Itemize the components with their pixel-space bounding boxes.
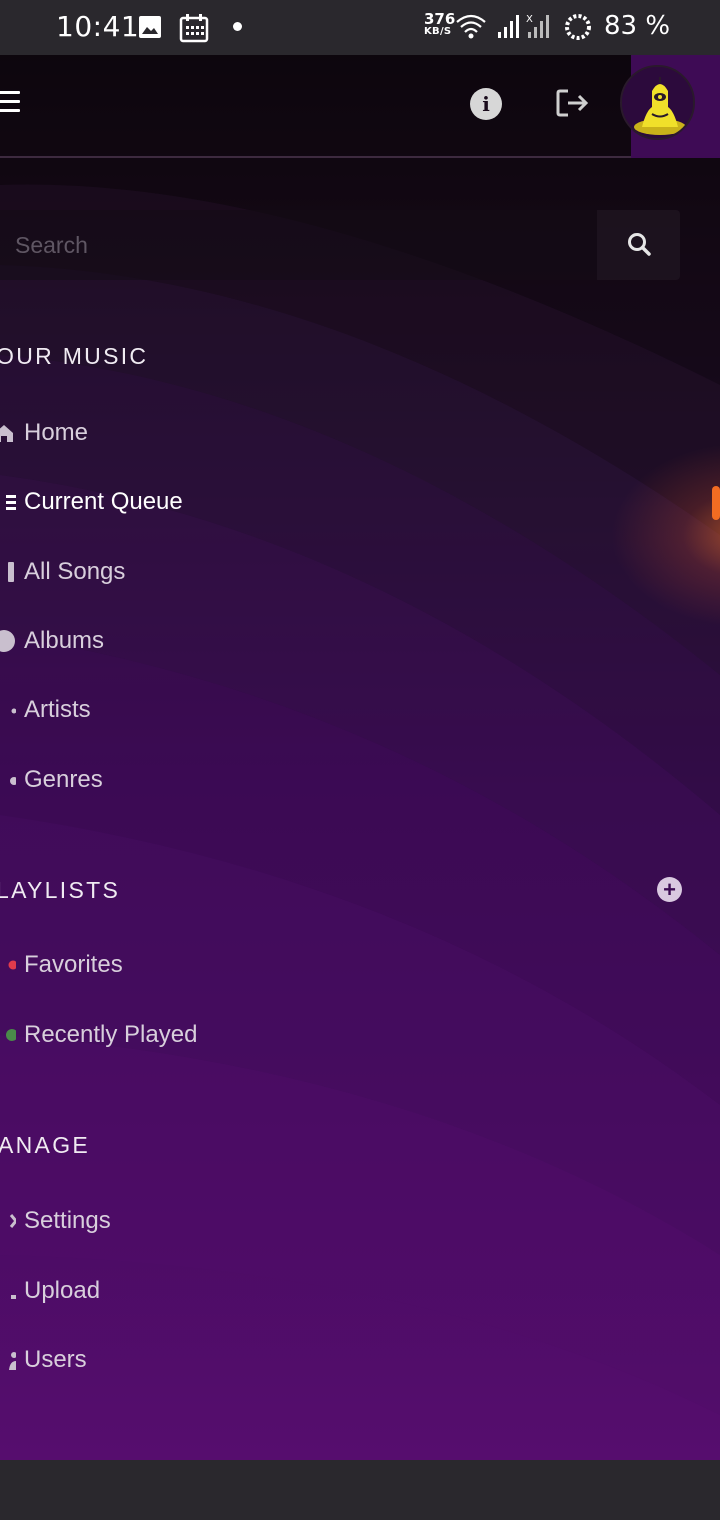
nav-item-favorites[interactable]: Favorites bbox=[0, 939, 570, 995]
network-speed: 376 KB/S bbox=[424, 12, 455, 37]
app-drawer: i OUR MUSIC Home bbox=[0, 55, 720, 1460]
nav-item-recently-played[interactable]: Recently Played bbox=[0, 1009, 570, 1065]
nav-label: Current Queue bbox=[24, 488, 183, 515]
nav-label: Albums bbox=[24, 627, 105, 654]
search-button[interactable] bbox=[597, 210, 680, 280]
nav-item-current-queue[interactable]: Current Queue bbox=[0, 476, 570, 532]
gallery-icon bbox=[139, 16, 161, 38]
home-icon bbox=[0, 425, 13, 442]
tag-icon bbox=[10, 777, 16, 785]
scroll-handle[interactable] bbox=[712, 486, 720, 520]
nav-item-home[interactable]: Home bbox=[0, 407, 570, 463]
battery-ring-icon bbox=[565, 14, 591, 40]
signal-icon bbox=[498, 15, 519, 38]
search-input[interactable] bbox=[0, 210, 597, 280]
nav-item-users[interactable]: Users bbox=[0, 1334, 570, 1390]
avatar[interactable] bbox=[620, 65, 695, 140]
nav-item-settings[interactable]: Settings bbox=[0, 1195, 570, 1251]
network-speed-unit: KB/S bbox=[424, 26, 452, 37]
nav-label: Artists bbox=[24, 696, 91, 723]
signal-no-service-icon: X bbox=[526, 14, 549, 38]
nav-label: Home bbox=[24, 419, 89, 446]
heart-icon bbox=[8, 960, 16, 970]
battery-level: 83 % bbox=[604, 11, 671, 41]
users-icon bbox=[9, 1352, 16, 1370]
nav-label: Favorites bbox=[24, 951, 123, 978]
nav-item-albums[interactable]: Albums bbox=[0, 615, 570, 671]
logout-icon[interactable] bbox=[556, 88, 590, 118]
nav-item-artists[interactable]: Artists bbox=[0, 684, 570, 740]
wrench-icon bbox=[9, 1214, 16, 1228]
nav-item-all-songs[interactable]: All Songs bbox=[0, 546, 570, 602]
nav-label: Recently Played bbox=[24, 1021, 198, 1048]
wifi-icon bbox=[456, 14, 486, 39]
disc-icon bbox=[0, 630, 15, 652]
section-title-your-music: OUR MUSIC bbox=[0, 343, 149, 369]
add-playlist-button[interactable]: + bbox=[657, 877, 682, 902]
upload-icon bbox=[11, 1295, 16, 1299]
nav-item-upload[interactable]: Upload bbox=[0, 1265, 570, 1321]
calendar-icon bbox=[179, 14, 209, 43]
nav-item-genres[interactable]: Genres bbox=[0, 754, 570, 810]
info-icon[interactable]: i bbox=[470, 88, 502, 120]
section-title-manage: ANAGE bbox=[0, 1132, 91, 1158]
nav-label: Genres bbox=[24, 766, 103, 793]
microphone-icon bbox=[11, 708, 16, 714]
status-time: 10:41 bbox=[56, 10, 140, 43]
music-icon bbox=[8, 562, 14, 582]
nav-label: Users bbox=[24, 1346, 87, 1373]
notification-dot-icon bbox=[233, 22, 242, 31]
nav-label: All Songs bbox=[24, 558, 126, 585]
menu-icon[interactable] bbox=[0, 91, 20, 115]
svg-text:X: X bbox=[526, 14, 533, 25]
status-bar: 10:41 376 KB/S X 83 % bbox=[0, 0, 720, 55]
accent-glow bbox=[600, 435, 720, 635]
app-header: i bbox=[0, 55, 720, 158]
history-icon bbox=[6, 1029, 16, 1041]
search-icon bbox=[627, 232, 651, 256]
list-icon bbox=[6, 495, 16, 510]
nav-label: Settings bbox=[24, 1207, 111, 1234]
nav-label: Upload bbox=[24, 1277, 101, 1304]
system-navigation-bar bbox=[0, 1460, 720, 1520]
section-title-playlists: LAYLISTS bbox=[0, 877, 121, 903]
